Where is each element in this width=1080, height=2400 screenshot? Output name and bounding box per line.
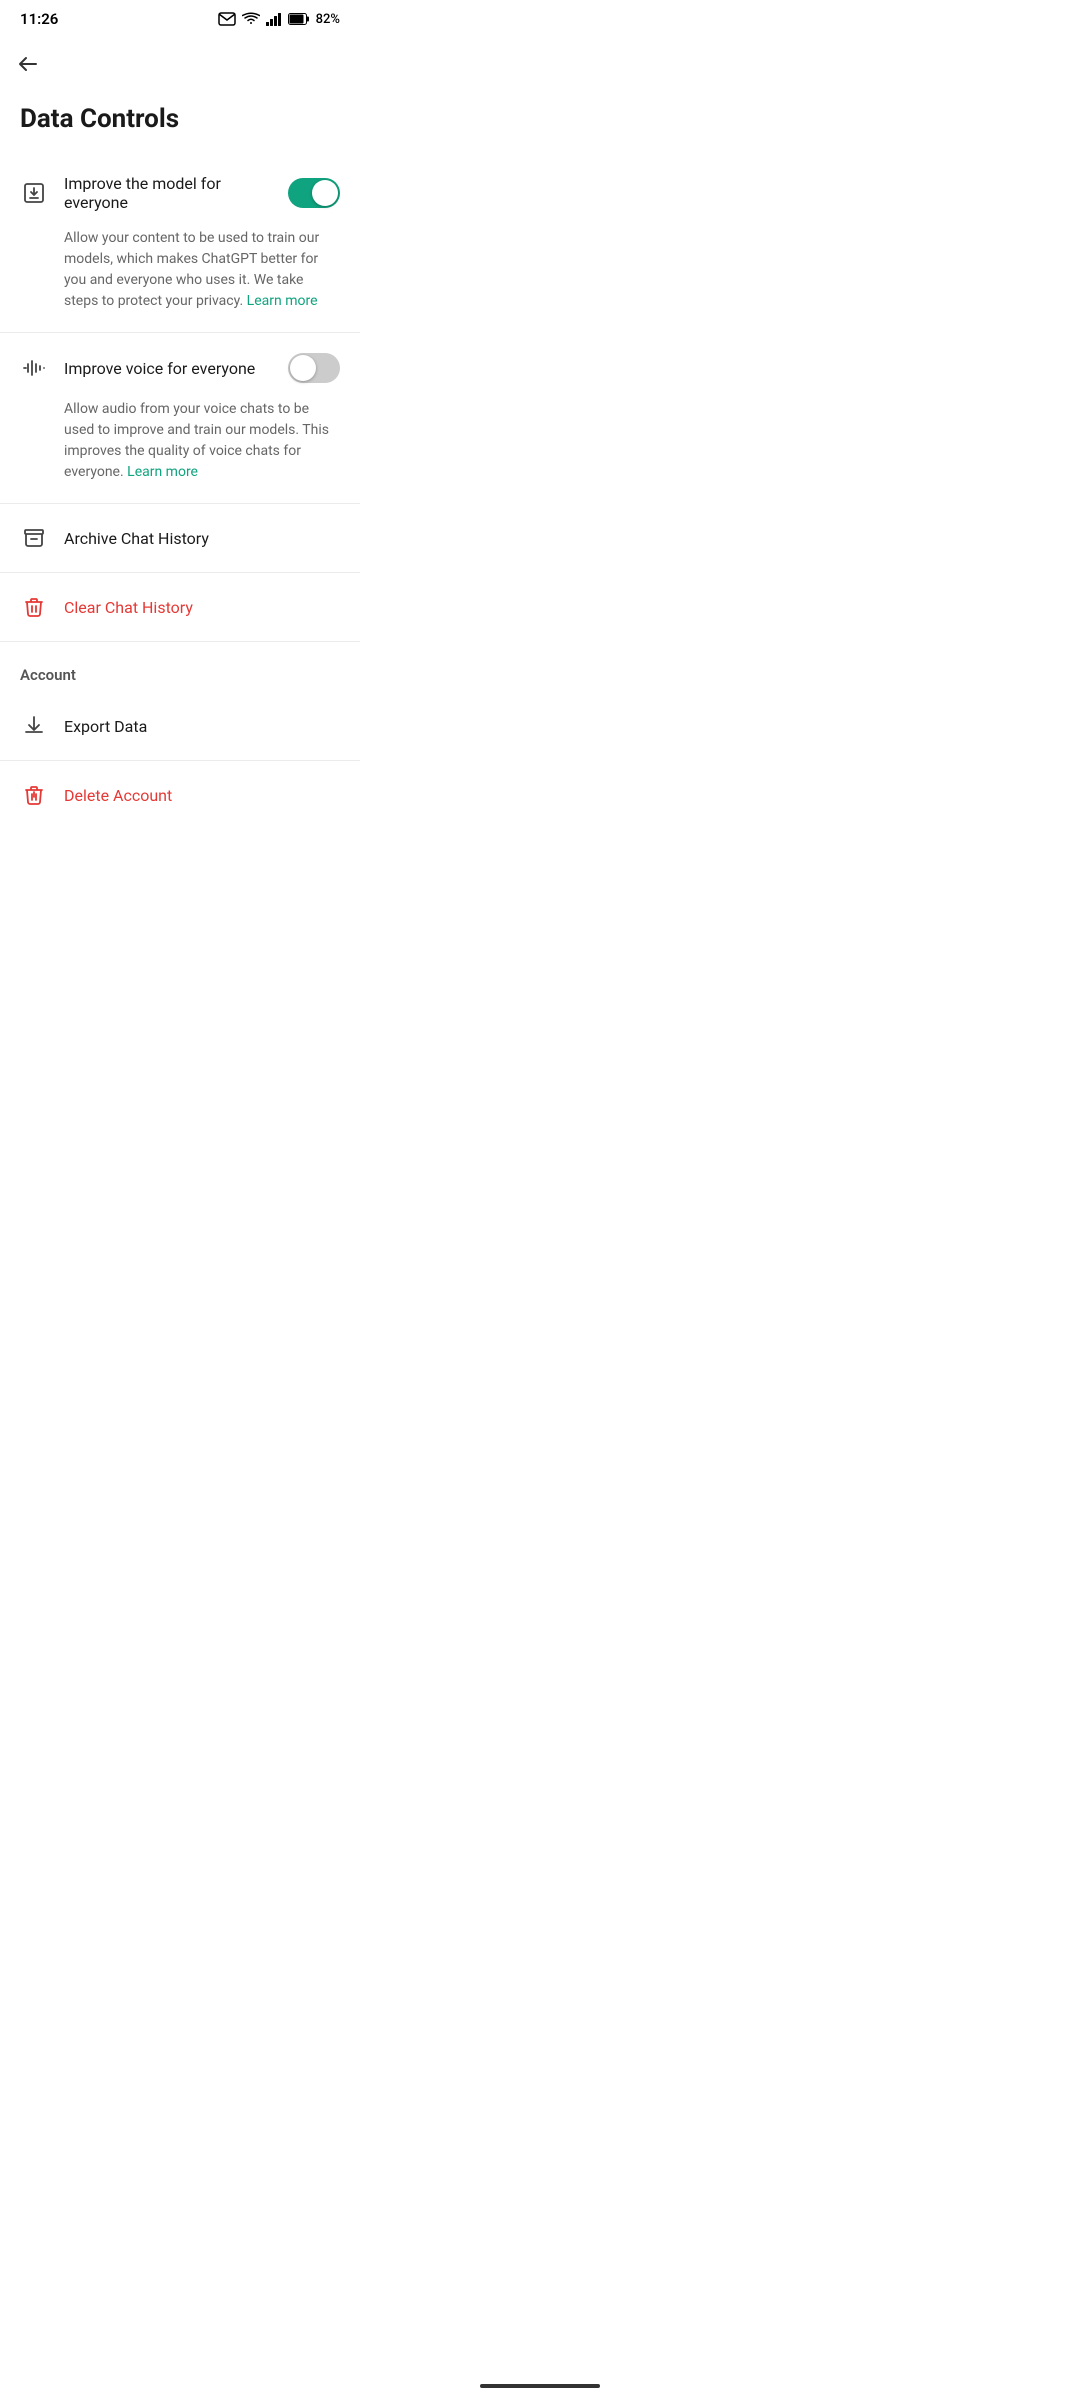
improve-model-description: Allow your content to be used to train o… (0, 228, 360, 328)
improve-voice-item[interactable]: Improve voice for everyone (0, 337, 360, 399)
improve-model-label: Improve the model for everyone (64, 174, 272, 212)
export-data-icon (20, 712, 48, 740)
delete-account-icon (20, 781, 48, 809)
signal-icon (266, 12, 282, 26)
divider-5 (0, 760, 360, 761)
status-time: 11:26 (20, 10, 58, 28)
home-indicator (480, 2384, 600, 2388)
account-section-header: Account (0, 646, 360, 696)
clear-chat-icon (20, 593, 48, 621)
archive-chat-icon (20, 524, 48, 552)
battery-percent: 82% (316, 12, 340, 27)
improve-voice-label: Improve voice for everyone (64, 359, 272, 378)
back-arrow-icon (16, 52, 40, 76)
page-title: Data Controls (0, 84, 360, 158)
export-data-item[interactable]: Export Data (0, 696, 360, 756)
improve-model-toggle-knob (312, 180, 338, 206)
delete-account-label: Delete Account (64, 786, 340, 805)
improve-voice-icon (20, 354, 48, 382)
clear-chat-section: Clear Chat History (0, 577, 360, 637)
improve-model-section: Improve the model for everyone Allow you… (0, 158, 360, 328)
archive-chat-section: Archive Chat History (0, 508, 360, 568)
wifi-icon (242, 12, 260, 26)
divider-4 (0, 641, 360, 642)
improve-model-learn-more[interactable]: Learn more (247, 293, 318, 309)
delete-account-item[interactable]: Delete Account (0, 765, 360, 825)
improve-voice-section: Improve voice for everyone Allow audio f… (0, 337, 360, 499)
battery-icon (288, 13, 310, 25)
improve-model-item[interactable]: Improve the model for everyone (0, 158, 360, 228)
improve-voice-learn-more[interactable]: Learn more (127, 464, 198, 480)
improve-model-toggle[interactable] (288, 178, 340, 208)
clear-chat-label: Clear Chat History (64, 598, 340, 617)
export-data-label: Export Data (64, 717, 340, 736)
account-section: Account Export Data Delete Account (0, 646, 360, 825)
divider-1 (0, 332, 360, 333)
archive-chat-item[interactable]: Archive Chat History (0, 508, 360, 568)
divider-3 (0, 572, 360, 573)
archive-chat-label: Archive Chat History (64, 529, 340, 548)
improve-model-icon (20, 179, 48, 207)
divider-2 (0, 503, 360, 504)
improve-voice-description: Allow audio from your voice chats to be … (0, 399, 360, 499)
improve-voice-toggle[interactable] (288, 353, 340, 383)
status-icons: 82% (218, 12, 340, 27)
mail-icon (218, 12, 236, 26)
clear-chat-item[interactable]: Clear Chat History (0, 577, 360, 637)
status-bar: 11:26 82% (0, 0, 360, 36)
improve-voice-toggle-knob (290, 355, 316, 381)
back-button[interactable] (0, 36, 360, 84)
